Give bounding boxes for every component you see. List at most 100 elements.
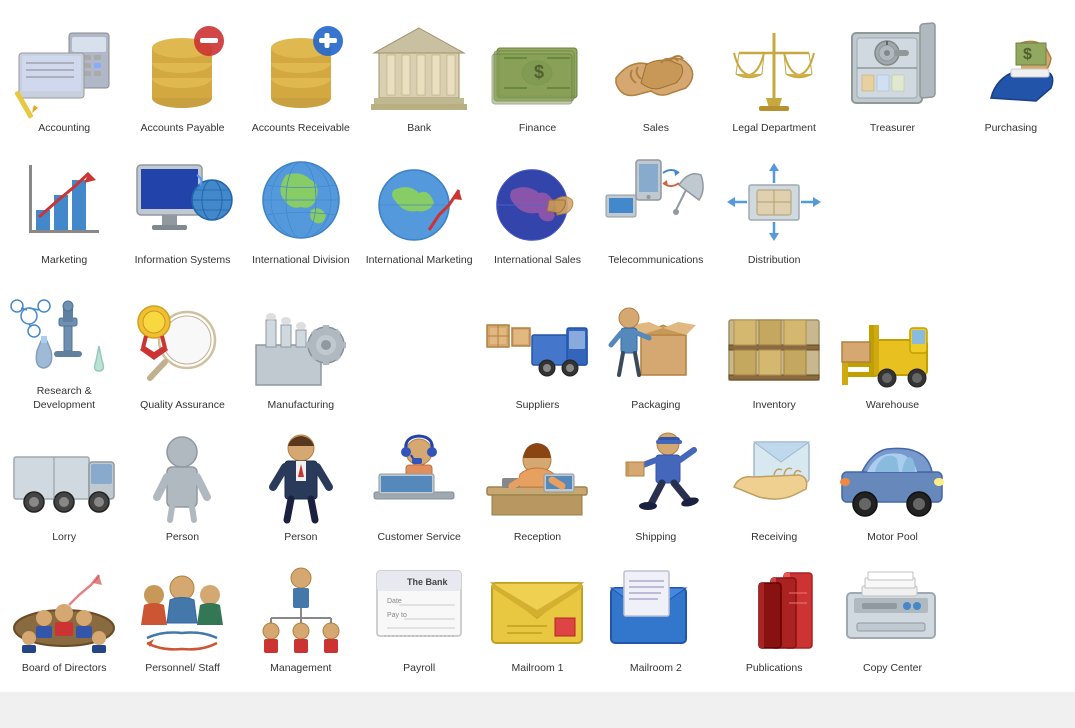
grid-item-accounts-receivable[interactable]: Accounts Receivable (242, 10, 360, 142)
icon-bank (364, 18, 474, 118)
icon-shipping (601, 427, 711, 527)
label-marketing: Marketing (41, 254, 87, 268)
grid-item-packaging[interactable]: Packaging (597, 273, 715, 418)
label-payroll: Payroll (403, 662, 435, 676)
label-purchasing: Purchasing (985, 122, 1038, 136)
grid-item-legal-department[interactable]: Legal Department (715, 10, 833, 142)
grid-item-management[interactable]: Management (242, 550, 360, 682)
grid-item-person2[interactable]: Person (242, 419, 360, 551)
icon-publications (719, 558, 829, 658)
grid-item-board-of-directors[interactable]: Board of Directors (5, 550, 123, 682)
grid-item-finance[interactable]: $ Finance (478, 10, 596, 142)
icon-person2 (246, 427, 356, 527)
icon-research (9, 281, 119, 381)
label-reception: Reception (514, 531, 561, 545)
label-finance: Finance (519, 122, 556, 136)
icon-treasurer (837, 18, 947, 118)
icon-international-sales (482, 150, 592, 250)
grid-item-accounting[interactable]: Accounting (5, 10, 123, 142)
label-warehouse: Warehouse (866, 399, 919, 413)
grid-item-purchasing[interactable]: $ Purchasing (952, 10, 1070, 142)
grid-item-mailroom1[interactable]: Mailroom 1 (478, 550, 596, 682)
label-board-of-directors: Board of Directors (22, 662, 107, 676)
grid-item-person1[interactable]: Person (123, 419, 241, 551)
label-copy-center: Copy Center (863, 662, 922, 676)
icon-management (246, 558, 356, 658)
grid-item-telecommunications[interactable]: Telecommunications (597, 142, 715, 274)
grid-item-marketing[interactable]: Marketing (5, 142, 123, 274)
grid-item-publications[interactable]: Publications (715, 550, 833, 682)
grid-item-mailroom2[interactable]: Mailroom 2 (597, 550, 715, 682)
grid-item-international-sales[interactable]: International Sales (478, 142, 596, 274)
grid-item-warehouse[interactable]: Warehouse (833, 273, 951, 418)
grid-item-empty5 (952, 419, 1070, 551)
grid-item-reception[interactable]: Reception (478, 419, 596, 551)
grid-item-bank[interactable]: Bank (360, 10, 478, 142)
grid-item-manufacturing[interactable]: Manufacturing (242, 273, 360, 418)
label-information-systems: Information Systems (135, 254, 231, 268)
grid-item-suppliers[interactable]: Suppliers (478, 273, 596, 418)
grid-item-inventory[interactable]: Inventory (715, 273, 833, 418)
grid-item-sales[interactable]: Sales (597, 10, 715, 142)
icon-personnel-staff (127, 558, 237, 658)
label-mailroom1: Mailroom 1 (512, 662, 564, 676)
label-mailroom2: Mailroom 2 (630, 662, 682, 676)
label-publications: Publications (746, 662, 803, 676)
icon-customer-service (364, 427, 474, 527)
label-bank: Bank (407, 122, 431, 136)
label-suppliers: Suppliers (516, 399, 560, 413)
icon-marketing (9, 150, 119, 250)
label-inventory: Inventory (753, 399, 796, 413)
label-management: Management (270, 662, 331, 676)
grid-item-payroll[interactable]: The Bank Date Pay to Payroll (360, 550, 478, 682)
svg-text:$: $ (1023, 46, 1032, 63)
icon-legal-department (719, 18, 829, 118)
label-person1: Person (166, 531, 199, 545)
label-packaging: Packaging (631, 399, 680, 413)
icon-accounts-receivable (246, 18, 356, 118)
label-manufacturing: Manufacturing (268, 399, 335, 413)
label-person2: Person (284, 531, 317, 545)
icon-international-marketing (364, 150, 474, 250)
grid-item-motor-pool[interactable]: Motor Pool (833, 419, 951, 551)
grid-item-empty4 (952, 273, 1070, 418)
grid-item-lorry[interactable]: Lorry (5, 419, 123, 551)
label-accounts-payable: Accounts Payable (140, 122, 224, 136)
icon-packaging (601, 295, 711, 395)
grid-item-accounts-payable[interactable]: Accounts Payable (123, 10, 241, 142)
label-sales: Sales (643, 122, 669, 136)
grid-item-empty1 (833, 142, 951, 274)
icon-receiving (719, 427, 829, 527)
label-motor-pool: Motor Pool (867, 531, 918, 545)
svg-text:Pay to: Pay to (387, 612, 407, 619)
label-personnel-staff: Personnel/ Staff (145, 662, 220, 676)
svg-text:Date: Date (387, 598, 402, 605)
label-accounts-receivable: Accounts Receivable (252, 122, 350, 136)
icon-warehouse (837, 295, 947, 395)
svg-text:$: $ (534, 62, 544, 82)
icon-sales (601, 18, 711, 118)
grid-item-receiving[interactable]: Receiving (715, 419, 833, 551)
grid-item-international-division[interactable]: International Division (242, 142, 360, 274)
grid-item-customer-service[interactable]: Customer Service (360, 419, 478, 551)
icon-motor-pool (837, 427, 947, 527)
icon-information-systems (127, 150, 237, 250)
grid-item-empty6 (952, 550, 1070, 682)
grid-item-information-systems[interactable]: Information Systems (123, 142, 241, 274)
grid-item-quality-assurance[interactable]: Quality Assurance (123, 273, 241, 418)
grid-item-treasurer[interactable]: Treasurer (833, 10, 951, 142)
icon-copy-center (837, 558, 947, 658)
grid-item-shipping[interactable]: Shipping (597, 419, 715, 551)
icon-purchasing: $ (956, 18, 1066, 118)
label-receiving: Receiving (751, 531, 797, 545)
label-telecommunications: Telecommunications (608, 254, 703, 268)
grid-item-distribution[interactable]: Distribution (715, 142, 833, 274)
icon-quality-assurance (127, 295, 237, 395)
grid-item-international-marketing[interactable]: International Marketing (360, 142, 478, 274)
grid-item-personnel-staff[interactable]: Personnel/ Staff (123, 550, 241, 682)
label-quality-assurance: Quality Assurance (140, 399, 225, 413)
grid-item-copy-center[interactable]: Copy Center (833, 550, 951, 682)
icon-inventory (719, 295, 829, 395)
grid-item-research[interactable]: Research & Development (5, 273, 123, 418)
icon-distribution (719, 150, 829, 250)
